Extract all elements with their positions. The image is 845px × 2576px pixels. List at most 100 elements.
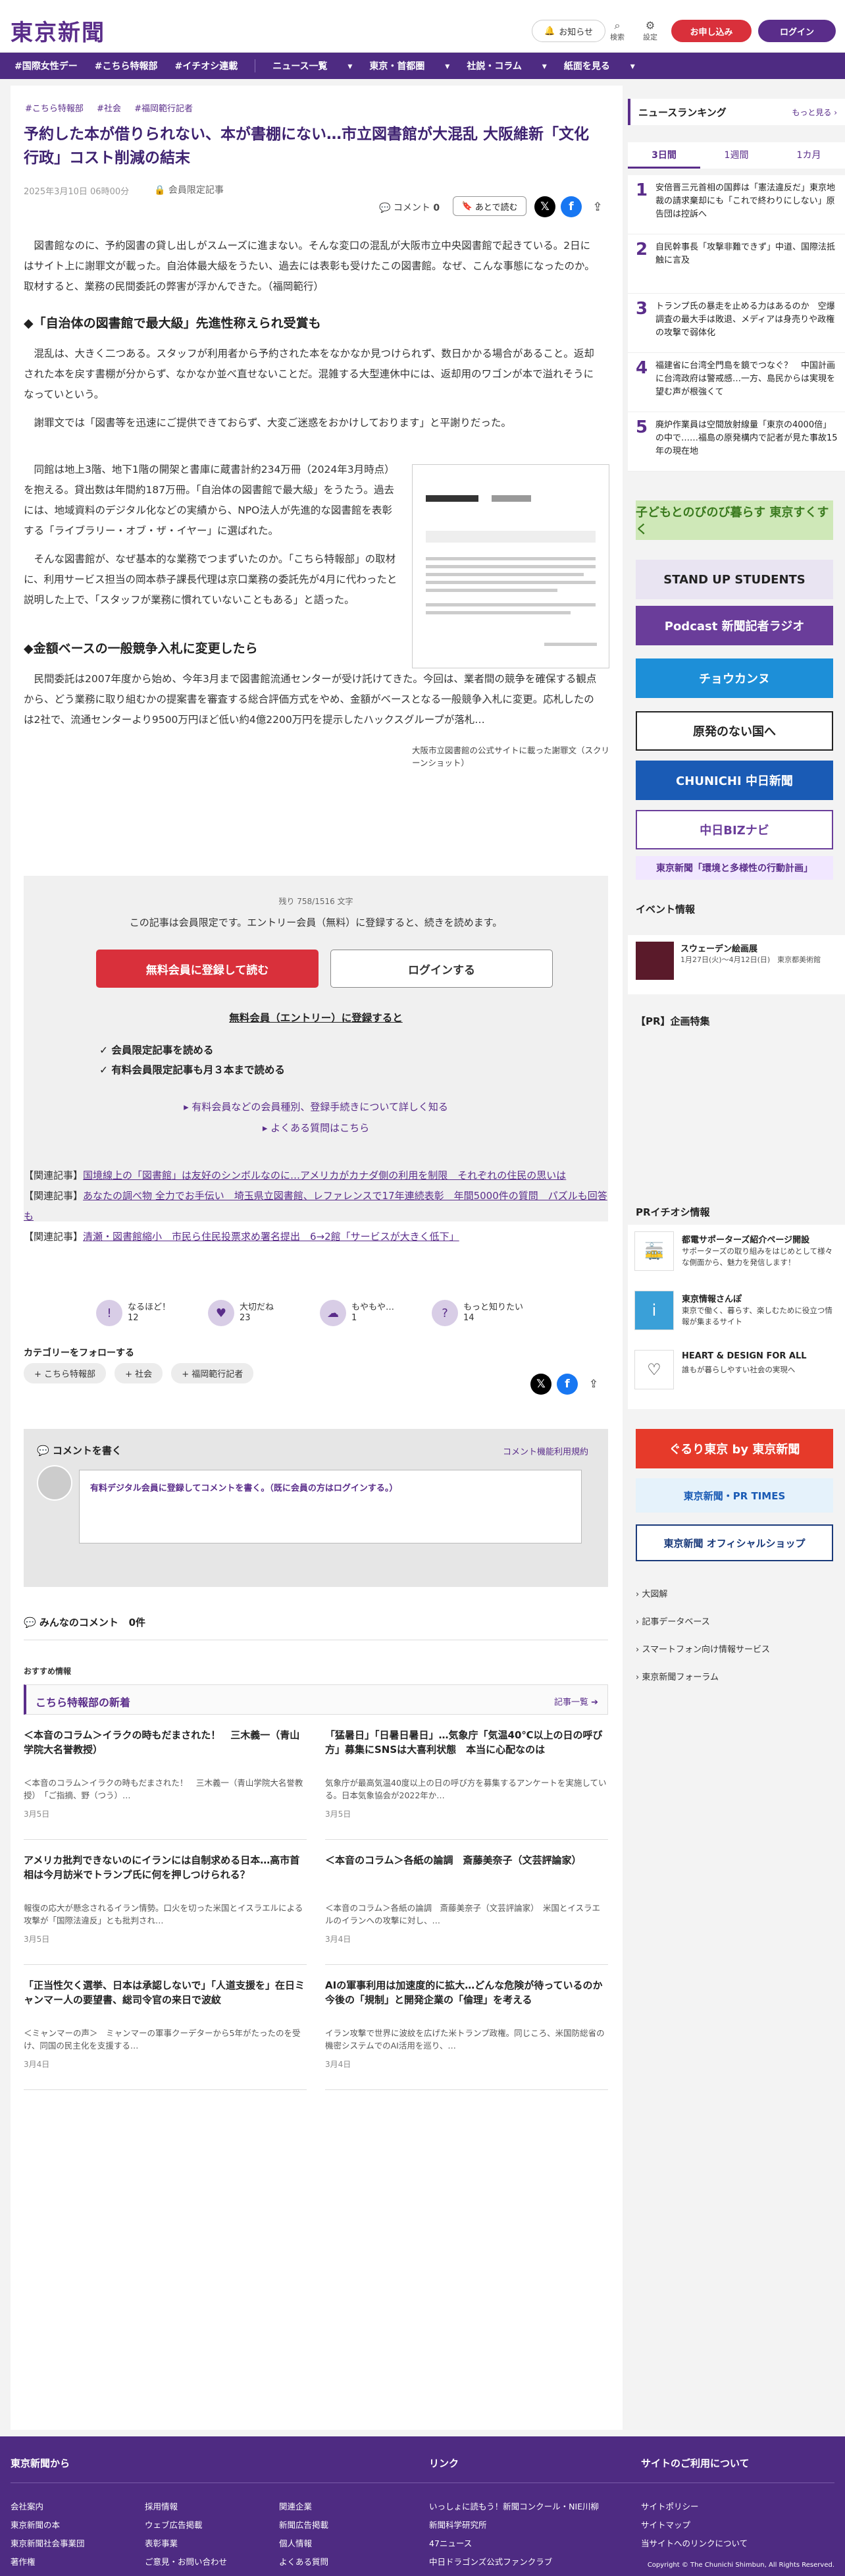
footer-link[interactable]: 採用情報 [145, 2500, 178, 2512]
tab-1week[interactable]: 1週間 [700, 142, 773, 169]
settings-button[interactable]: ⚙ 設定 [637, 20, 663, 42]
tab-3days[interactable]: 3日間 [628, 142, 700, 169]
banner-official-shop[interactable]: 東京新聞 オフィシャルショップ [636, 1524, 833, 1561]
benefit-item: ✓ 会員限定記事を読める [99, 1044, 214, 1056]
comment-link[interactable]: 💬 コメント 0 [379, 201, 440, 214]
banner-sukusuku[interactable]: 子どもとのびのび暮らす 東京すくすく [636, 500, 833, 540]
related-title[interactable]: あなたの調べ物 全力でお手伝い 埼玉県立図書館、レファレンスで17年連続表彰 年… [24, 1190, 607, 1222]
article-list-link[interactable]: 記事一覧 ➔ [554, 1695, 598, 1707]
news-card[interactable]: AIの軍事利用は加速度的に拡大…どんな危険が待っているのか 今後の「規制」と開発… [325, 1978, 608, 2090]
follow-chip[interactable]: + こちら特報部 [24, 1363, 107, 1383]
sidebar-link[interactable]: › 記事データベース [636, 1615, 710, 1627]
ranking-item[interactable]: 5 廃炉作業員は空間放射線量「東京の4000倍」の中で……福島の原発構内で記者が見… [628, 412, 845, 471]
footer-link[interactable]: 東京新聞の本 [11, 2518, 60, 2531]
pr-item[interactable]: i 東京情報さんぽ 東京で働く、暮らす、楽しむために役立つ情報が集まるサイト [634, 1291, 838, 1343]
facebook-share-icon[interactable]: f [561, 196, 582, 217]
faq-link[interactable]: ▸ よくある質問はこちら [24, 1121, 608, 1135]
paywall-login-button[interactable]: ログインする [330, 950, 553, 988]
footer-link[interactable]: 著作権 [11, 2555, 36, 2567]
footer-link[interactable]: 新聞広告掲載 [279, 2518, 328, 2531]
footer-link[interactable]: サイトポリシー [641, 2500, 699, 2512]
free-register-button[interactable]: 無料会員に登録して読む [96, 950, 319, 988]
ranking-item[interactable]: 4 福建省に台湾全門島を鏡でつなぐ？ 中国計画に台湾政府は警戒感…一方、島民からは… [628, 353, 845, 412]
banner-gururi-tokyo[interactable]: ぐるり東京 by 東京新聞 [636, 1429, 833, 1468]
comment-heading: 💬 コメントを書く [37, 1443, 122, 1457]
footer-link[interactable]: 個人情報 [279, 2536, 312, 2549]
notification-button[interactable]: 🔔 お知らせ [532, 20, 605, 42]
footer-link[interactable]: 当サイトへのリンクについて [641, 2536, 748, 2549]
nav-item-tokyo[interactable]: 東京・首都圏 ▾ [369, 59, 449, 72]
pr-item[interactable]: 🚋 都電サポーターズ紹介ページ開設 サポーターズの取り組みをはじめとして様々な側… [634, 1231, 838, 1284]
card-date: 3月4日 [325, 1935, 351, 1944]
login-button[interactable]: ログイン [758, 20, 836, 42]
search-button[interactable]: ⌕ 検索 [604, 20, 630, 42]
footer-link[interactable]: よくある質問 [279, 2555, 328, 2567]
share-icon[interactable]: ⇪ [587, 196, 608, 217]
banner-diversity[interactable]: 東京新聞「環境と多様性の行動計画」 [636, 856, 833, 880]
news-card[interactable]: 「猛暑日」「日暑日暑日」…気象庁「気温40℃以上の日の呼び方」募集にSNSは大喜… [325, 1728, 608, 1840]
ranking-item[interactable]: 3 トランプ氏の暴走を止める力はあるのか 空爆調査の最大手は敗退、メディアは身売り… [628, 294, 845, 353]
banner-chokanu[interactable]: チョウカンヌ [636, 658, 833, 698]
nav-item-editorial[interactable]: 社説・コラム ▾ [467, 59, 547, 72]
follow-chip[interactable]: + 福岡範行記者 [171, 1363, 254, 1383]
ranking-more-link[interactable]: もっと見る › [792, 107, 837, 118]
article-figure[interactable] [412, 464, 609, 668]
banner-stand-up-students[interactable]: STAND UP STUDENTS [636, 560, 833, 599]
tag-link[interactable]: #こちら特報部 [25, 104, 84, 114]
comment-prompt[interactable]: 有料デジタル会員に登録してコメントを書く。（既に会員の方はログインする。） [90, 1484, 397, 1493]
banner-prtimes[interactable]: 東京新聞・PR TIMES [636, 1478, 833, 1513]
x-share-icon[interactable]: 𝕏 [534, 196, 555, 217]
event-item[interactable]: スウェーデン絵画展 1月27日(火)～4月12日(日) 東京都美術館 [628, 935, 845, 994]
tag-link[interactable]: #福岡範行記者 [134, 104, 193, 114]
section-heading: ◆「自治体の図書館で最大級」先進性称えられ受賞も [24, 316, 321, 331]
sidebar-link[interactable]: › スマートフォン向け情報サービス [636, 1642, 770, 1655]
footer-link[interactable]: いっしょに読もう！新聞コンクール・NIE川柳 [429, 2500, 599, 2512]
footer-link[interactable]: 東京新聞社会事業団 [11, 2536, 85, 2549]
banner-podcast[interactable]: Podcast 新聞記者ラジオ [636, 606, 833, 645]
banner-genpatsu[interactable]: 原発のない国へ [636, 711, 833, 751]
news-card[interactable]: 「正当性欠く選挙、日本は承認しないで」「人道支援を」在日ミャンマー人の要望書、総… [24, 1978, 307, 2090]
footer-link[interactable]: ご意見・お問い合わせ [145, 2555, 227, 2567]
nav-item-paper[interactable]: 紙面を見る ▾ [564, 59, 635, 72]
news-card[interactable]: ＜本音のコラム＞イラクの時もだまされた！ 三木義一（青山学院大名誉教授） ＜本音… [24, 1728, 307, 1840]
related-article[interactable]: 【関連記事】清瀬・図書館縮小 市民ら住民投票求め署名提出 6→2館「サービスが大… [24, 1227, 609, 1247]
pr-item[interactable]: ♡ HEART & DESIGN FOR ALL 誰もが暮らしやすい社会の実現へ [634, 1350, 838, 1403]
tag-link[interactable]: #社会 [97, 104, 121, 114]
tab-1month[interactable]: 1カ月 [773, 142, 845, 169]
sidebar-link[interactable]: › 大図解 [636, 1587, 667, 1599]
bookmark-icon: 🔖 [461, 201, 473, 211]
footer-link[interactable]: ウェブ広告掲載 [145, 2518, 203, 2531]
news-card[interactable]: アメリカ批判できないのにイランには自制求める日本…高市首相は今月訪米でトランプ氏… [24, 1853, 307, 1965]
nav-item-womens-day[interactable]: #国際女性デー [14, 59, 78, 72]
nav-item-news-list[interactable]: ニュース一覧 ▾ [272, 59, 352, 72]
banner-biz-navi[interactable]: 中日BIZナビ [636, 810, 833, 849]
related-article[interactable]: 【関連記事】あなたの調べ物 全力でお手伝い 埼玉県立図書館、レファレンスで17年… [24, 1186, 609, 1227]
comment-input[interactable]: 有料デジタル会員に登録してコメントを書く。（既に会員の方はログインする。） [79, 1470, 582, 1543]
nav-item-tokuhou[interactable]: #こちら特報部 [95, 59, 158, 72]
banner-chunichi[interactable]: CHUNICHI 中日新聞 [636, 761, 833, 800]
follow-chip[interactable]: + 社会 [115, 1363, 163, 1383]
ranking-item[interactable]: 2 自民幹事長「攻撃非難できず」中道、国際法抵触に言及 [628, 234, 845, 294]
share-icon[interactable]: ⇪ [583, 1374, 604, 1395]
read-later-button[interactable]: 🔖 あとで読む [453, 196, 526, 216]
related-article[interactable]: 【関連記事】国境線上の「図書館」は友好のシンボルなのに…アメリカがカナダ側の利用… [24, 1166, 609, 1186]
facebook-share-icon[interactable]: f [557, 1374, 578, 1395]
subscribe-button[interactable]: お申し込み [671, 20, 752, 42]
footer-link[interactable]: 関連企業 [279, 2500, 312, 2512]
site-logo[interactable]: 東京新聞 [11, 14, 105, 47]
related-title[interactable]: 国境線上の「図書館」は友好のシンボルなのに…アメリカがカナダ側の利用を制限 それ… [83, 1169, 566, 1181]
footer-link[interactable]: 新聞科学研究所 [429, 2518, 487, 2531]
x-share-icon[interactable]: 𝕏 [530, 1374, 551, 1395]
footer-link[interactable]: 47ニュース [429, 2536, 472, 2549]
related-title[interactable]: 清瀬・図書館縮小 市民ら住民投票求め署名提出 6→2館「サービスが大きく低下」 [83, 1231, 459, 1243]
news-card[interactable]: ＜本音のコラム＞各紙の論調 斎藤美奈子（文芸評論家） ＜本音のコラム＞各紙の論調… [325, 1853, 608, 1965]
sidebar-link[interactable]: › 東京新聞フォーラム [636, 1670, 719, 1682]
nav-item-ichioshi[interactable]: #イチオシ連載 [174, 59, 238, 72]
footer-link[interactable]: 中日ドラゴンズ公式ファンクラブ [429, 2555, 552, 2567]
ranking-item[interactable]: 1 安倍晋三元首相の国葬は「憲法違反だ」東京地裁の請求棄却にも「これで終わりにしな… [628, 175, 845, 234]
footer-link[interactable]: 会社案内 [11, 2500, 43, 2512]
footer-link[interactable]: サイトマップ [641, 2518, 690, 2531]
membership-info-link[interactable]: ▸ 有料会員などの会員種別、登録手続きについて詳しく知る [24, 1100, 608, 1114]
comment-rules-link[interactable]: コメント機能利用規約 [503, 1445, 588, 1457]
footer-link[interactable]: 表彰事業 [145, 2536, 178, 2549]
